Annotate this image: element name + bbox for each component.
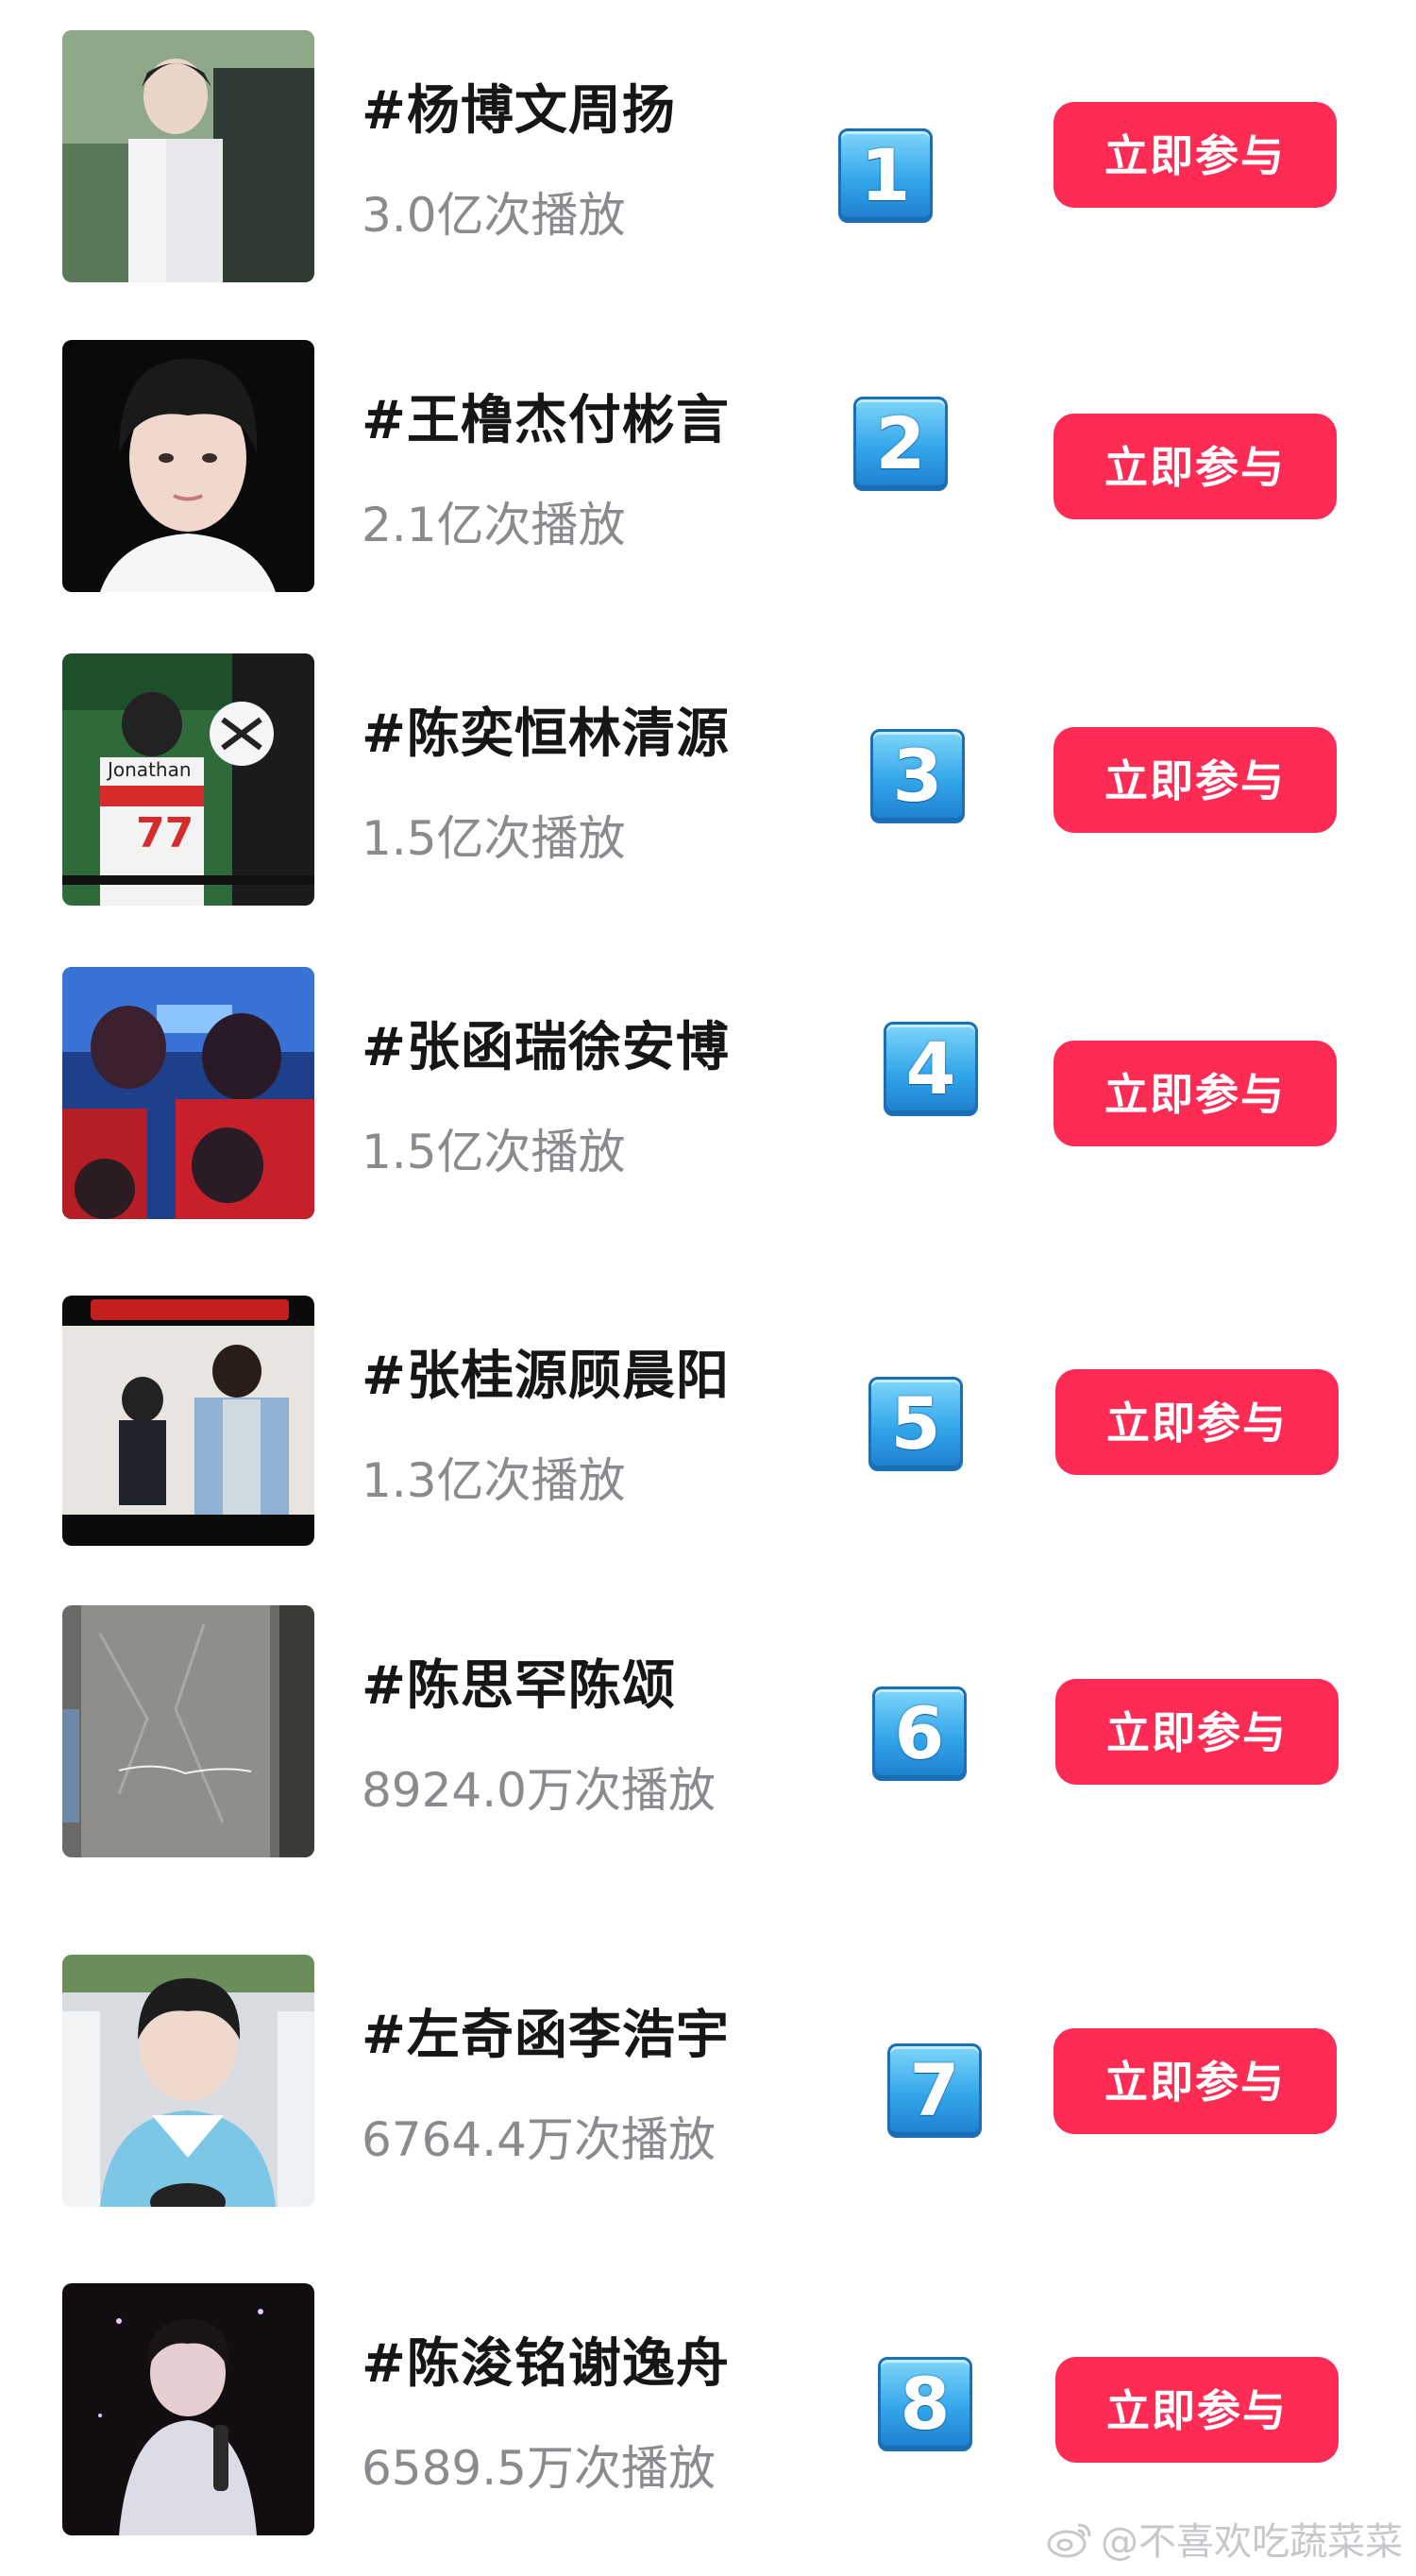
join-button[interactable]: 立即参与: [1054, 414, 1337, 519]
thumbnail-image: [62, 30, 314, 282]
play-count: 1.5亿次播放: [362, 811, 626, 866]
join-button[interactable]: 立即参与: [1055, 1369, 1339, 1475]
play-count: 6589.5万次播放: [362, 2441, 716, 2496]
thumbnail-image: [62, 2283, 314, 2535]
weibo-watermark: @不喜欢吃蔬菜菜: [1046, 2514, 1403, 2564]
jersey-number: 77: [136, 809, 194, 857]
topic-title[interactable]: #陈奕恒林清源: [362, 691, 730, 768]
join-button[interactable]: 立即参与: [1055, 1679, 1339, 1785]
rank-badge: 8: [878, 2357, 972, 2451]
rank-badge: 7: [887, 2043, 982, 2138]
thumbnail-image: [62, 967, 314, 1219]
join-button[interactable]: 立即参与: [1055, 2357, 1339, 2463]
topic-title[interactable]: #王橹杰付彬言: [362, 378, 730, 454]
watermark-text: @不喜欢吃蔬菜菜: [1101, 2520, 1403, 2564]
join-button[interactable]: 立即参与: [1054, 102, 1337, 208]
topic-title[interactable]: #张桂源顾晨阳: [362, 1333, 730, 1410]
topic-thumbnail[interactable]: [62, 1955, 314, 2207]
thumbnail-image: [62, 340, 314, 592]
topic-thumbnail[interactable]: [62, 340, 314, 592]
topic-title[interactable]: #杨博文周扬: [362, 68, 676, 144]
join-button[interactable]: 立即参与: [1054, 2028, 1337, 2134]
thumbnail-image: [62, 1605, 314, 1857]
rank-badge: 5: [868, 1377, 963, 1471]
play-count: 3.0亿次播放: [362, 188, 626, 243]
rank-badge: 2: [853, 397, 948, 491]
play-count: 8924.0万次播放: [362, 1763, 716, 1818]
topic-title[interactable]: #陈浚铭谢逸舟: [362, 2321, 730, 2398]
topic-thumbnail[interactable]: [62, 967, 314, 1219]
topic-thumbnail[interactable]: [62, 1296, 314, 1546]
thumbnail-image: Jonathan 77: [62, 653, 314, 906]
rank-badge: 3: [870, 729, 965, 823]
topic-thumbnail[interactable]: [62, 1605, 314, 1857]
weibo-icon: [1047, 2523, 1091, 2558]
jersey-name: Jonathan: [106, 758, 192, 781]
join-button[interactable]: 立即参与: [1054, 1041, 1337, 1146]
topic-thumbnail[interactable]: [62, 30, 314, 282]
topic-title[interactable]: #张函瑞徐安博: [362, 1005, 730, 1081]
play-count: 1.3亿次播放: [362, 1453, 626, 1508]
thumbnail-image: [62, 1296, 314, 1546]
play-count: 1.5亿次播放: [362, 1125, 626, 1179]
play-count: 6764.4万次播放: [362, 2112, 716, 2167]
rank-badge: 1: [838, 128, 933, 223]
play-count: 2.1亿次播放: [362, 498, 626, 552]
topic-thumbnail[interactable]: [62, 2283, 314, 2535]
topic-title[interactable]: #陈思罕陈颂: [362, 1643, 676, 1720]
topic-thumbnail[interactable]: Jonathan 77: [62, 653, 314, 906]
rank-badge: 6: [872, 1686, 967, 1781]
topic-title[interactable]: #左奇函李浩宇: [362, 1992, 730, 2069]
rank-badge: 4: [884, 1022, 978, 1116]
thumbnail-image: [62, 1955, 314, 2207]
join-button[interactable]: 立即参与: [1054, 727, 1337, 833]
